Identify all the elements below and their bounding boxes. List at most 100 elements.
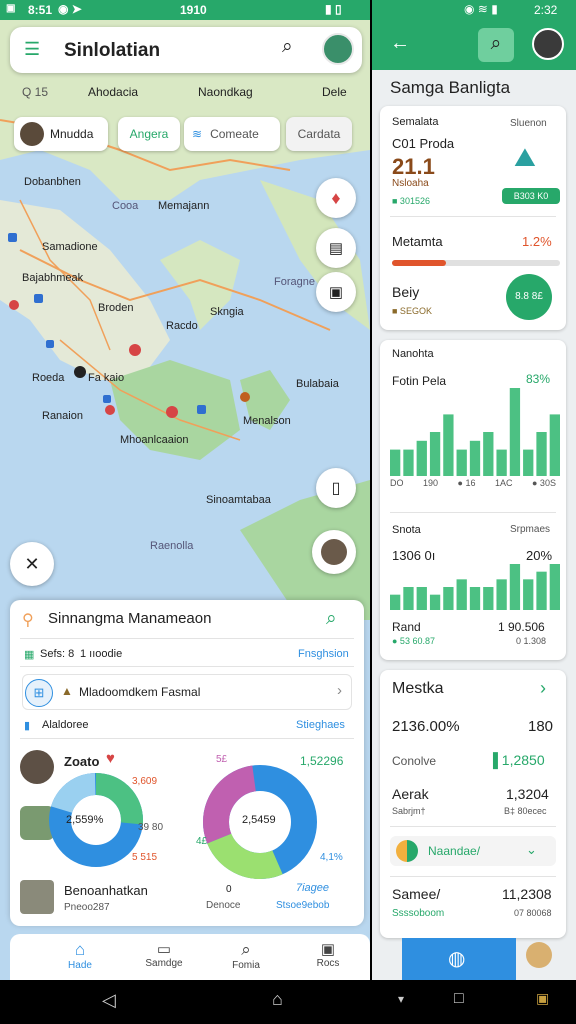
donut-label: 4,1% — [320, 852, 343, 863]
metric-value: 1.2% — [522, 234, 552, 249]
search-icon[interactable]: ⌕ — [478, 28, 514, 62]
chart-bar — [456, 449, 467, 476]
map-label: Broden — [98, 302, 134, 314]
avatar[interactable] — [322, 33, 354, 65]
donut-label: 39 80 — [138, 822, 164, 833]
footer-link[interactable]: 7iagee — [296, 882, 329, 894]
menu-icon[interactable]: ☰ — [24, 39, 40, 60]
keyboard-icon[interactable]: ▣ — [536, 990, 549, 1007]
chevron-down-icon[interactable]: ▾ — [398, 992, 404, 1006]
chip-cardata[interactable]: Cardata — [286, 117, 352, 151]
chart-bar — [496, 449, 507, 476]
phone-icon[interactable]: ▯ — [316, 468, 356, 508]
calendar-icon: ▣ — [320, 941, 336, 958]
bar-chart — [390, 564, 560, 610]
chevron-right-icon[interactable]: › — [540, 678, 546, 699]
chip-label: Mnudda — [50, 127, 94, 141]
app-bar: ← ⌕ — [372, 20, 576, 70]
metric-value: 2136.00% — [392, 718, 460, 735]
sheet-link[interactable]: Fnsghsion — [298, 648, 349, 660]
chip-comeate[interactable]: ≋ Comeate — [184, 117, 280, 151]
chart-bar — [429, 432, 441, 476]
chip-angera[interactable]: Angera — [118, 117, 180, 151]
chevron-down-icon: ⌄ — [526, 842, 537, 857]
location-off-icon[interactable]: ✕ — [10, 542, 54, 586]
chart-bar — [416, 587, 427, 610]
map-label: Roeda — [32, 372, 65, 384]
avatar[interactable] — [526, 942, 552, 968]
sheet-meta: Alaldoree — [42, 719, 89, 731]
status-time: 8:51 — [28, 3, 53, 17]
chart-bar — [549, 414, 560, 476]
nav-rocs[interactable]: ▣ Rocs — [298, 940, 358, 969]
dropdown-label: Naandae/ — [428, 844, 481, 858]
chart-bar — [523, 579, 534, 610]
footer-sub: Pneoo287 — [64, 902, 110, 913]
search-icon[interactable]: ⌕ — [282, 36, 293, 58]
search-bar[interactable]: ☰ Sinlolatian ⌕ — [10, 27, 362, 73]
pin-icon: ⚲ — [22, 612, 34, 629]
footer-number: 0 — [226, 884, 232, 895]
card-label: Nanohta — [392, 348, 434, 360]
home-icon: ⌂ — [74, 940, 86, 959]
recents-icon[interactable]: □ — [454, 990, 464, 1008]
search-title: Sinlolatian — [64, 40, 161, 61]
clipboard-icon[interactable]: ▤ — [316, 228, 356, 268]
chart-bar — [403, 587, 414, 610]
chart-bar — [483, 587, 494, 610]
map-label: Cooa — [112, 200, 139, 212]
footer-title: Benoanhatkan — [64, 883, 148, 898]
nav-samdge[interactable]: ▭ Samdge — [134, 940, 194, 969]
card-title: Mestka — [392, 680, 444, 697]
map-label: Skngia — [210, 306, 244, 318]
card-meta: ■ 301526 — [392, 196, 430, 206]
bus-icon: ⊞ — [25, 679, 53, 707]
list-item-label: Mladoomdkem Fasmal — [79, 685, 201, 699]
card-label: Snota — [392, 524, 421, 536]
chart-foot: ● 53 60.87 — [392, 636, 435, 646]
metric-value: 11,2308 — [502, 886, 552, 902]
back-icon[interactable]: ◁ — [102, 990, 116, 1011]
map-label: Raenolla — [150, 540, 194, 552]
metric-label: Metamta — [392, 234, 443, 249]
heart-icon: ♥ — [106, 750, 115, 767]
chart-foot: 1 90.506 — [498, 620, 545, 634]
chart-bar — [536, 432, 547, 476]
chart-bar — [429, 594, 441, 610]
metric-label: Conolve — [392, 754, 437, 768]
chart-axis: DO 190 ● 16 1AC ● 30S — [390, 478, 556, 488]
avatar[interactable] — [532, 28, 564, 60]
tick-label: DO — [390, 478, 404, 488]
list-item[interactable]: ⊞ ▲ Mladoomdkem Fasmal › — [22, 674, 352, 710]
donut-title: Zoato — [64, 754, 100, 769]
page-title: Samga Banligta — [390, 78, 511, 97]
chip-mnudda[interactable]: Mnudda — [14, 117, 108, 151]
chip-label: Angera — [129, 127, 169, 141]
chart-bar — [416, 440, 427, 476]
avatar[interactable] — [312, 530, 356, 574]
card-label: Semalata — [392, 116, 439, 128]
warning-icon: ▲ — [61, 684, 73, 698]
footer-link[interactable]: Stsoe9ebob — [276, 900, 329, 911]
map-label: Samadione — [42, 241, 98, 253]
card-meta: ■ SEGOK — [392, 306, 432, 316]
nav-fomia[interactable]: ⌕ Fomia — [216, 940, 276, 971]
chart-bar — [390, 449, 401, 476]
metric-sub: Ssssoboom — [392, 908, 445, 919]
map-label: Fa kaio — [88, 372, 125, 384]
pin-icon[interactable]: ♦ — [316, 178, 356, 218]
layers-icon[interactable]: ▣ — [316, 272, 356, 312]
map-label: Foragne — [274, 276, 315, 288]
search-icon[interactable]: ⌕ — [326, 608, 337, 630]
system-nav-bar: ◁ ⌂ ▾ □ ▣ — [0, 980, 576, 1024]
nav-active-tab[interactable]: ◍ — [402, 938, 516, 980]
nav-home[interactable]: ⌂ Hade — [50, 940, 110, 971]
metric-value: 1,3204 — [506, 786, 549, 802]
sheet-link[interactable]: Stieghaes — [296, 719, 345, 731]
metric-label: Aerak — [392, 786, 429, 802]
back-arrow-icon[interactable]: ← — [390, 32, 410, 55]
donut-center: 2,5459 — [242, 814, 276, 826]
dropdown[interactable]: Naandae/ ⌄ — [390, 836, 556, 866]
home-icon[interactable]: ⌂ — [272, 989, 283, 1010]
chip-label: Cardata — [297, 127, 341, 141]
